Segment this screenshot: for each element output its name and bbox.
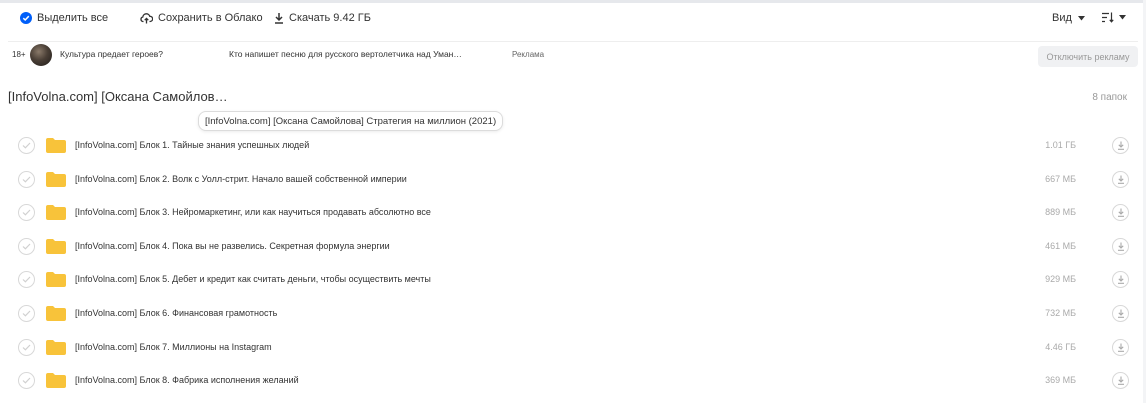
ad-label: Реклама xyxy=(512,50,545,59)
ad-age-label: 18+ xyxy=(12,50,26,59)
select-checkbox[interactable] xyxy=(18,305,35,322)
check-icon xyxy=(22,310,31,317)
select-all-label: Выделить все xyxy=(37,12,109,24)
folder-icon xyxy=(46,272,66,288)
select-all-button[interactable]: Выделить все xyxy=(20,12,108,24)
toolbar: Выделить все Сохранить в Облако Скачать … xyxy=(0,3,1146,33)
download-icon xyxy=(1117,175,1124,184)
download-button[interactable] xyxy=(1112,372,1129,390)
title-tooltip: [InfoVolna.com] [Оксана Самойлова] Страт… xyxy=(198,111,504,131)
ad-description[interactable]: Кто напишет песню для русского вертолетч… xyxy=(229,49,462,59)
download-button[interactable] xyxy=(1112,271,1129,289)
folder-size: 889 МБ xyxy=(1045,207,1076,218)
save-cloud-label: Сохранить в Облако xyxy=(158,12,263,24)
select-checkbox[interactable] xyxy=(18,271,35,289)
select-checkbox[interactable] xyxy=(18,237,35,255)
folder-name[interactable]: [InfoVolna.com] Блок 1. Тайные знания ус… xyxy=(75,140,309,150)
check-icon xyxy=(22,209,31,216)
ad-banner[interactable]: 18+ Культура предает героев? Кто напишет… xyxy=(0,42,1146,68)
chevron-down-icon xyxy=(1119,15,1126,20)
download-icon xyxy=(1117,141,1124,150)
disable-ads-button[interactable]: Отключить рекламу xyxy=(1038,46,1138,67)
check-icon xyxy=(22,377,31,384)
folder-name[interactable]: [InfoVolna.com] Блок 2. Волк с Уолл-стри… xyxy=(75,174,407,184)
folder-icon xyxy=(46,339,66,355)
list-item[interactable]: [InfoVolna.com] Блок 8. Фабрика исполнен… xyxy=(0,363,1146,397)
folder-count: 8 папок xyxy=(1092,92,1127,103)
folder-title: [InfoVolna.com] [Оксана Самойлов… xyxy=(8,89,228,104)
view-dropdown[interactable]: Вид xyxy=(1052,12,1085,24)
folder-icon xyxy=(46,373,66,389)
folder-icon xyxy=(46,171,66,187)
download-button[interactable] xyxy=(1112,170,1129,188)
list-item[interactable]: [InfoVolna.com] Блок 4. Пока вы не разве… xyxy=(0,229,1146,263)
download-icon xyxy=(274,12,284,24)
list-item[interactable]: [InfoVolna.com] Блок 2. Волк с Уолл-стри… xyxy=(0,162,1146,196)
folder-size: 4.46 ГБ xyxy=(1045,341,1076,352)
sort-dropdown[interactable] xyxy=(1102,12,1126,23)
download-button[interactable] xyxy=(1112,204,1129,222)
select-checkbox[interactable] xyxy=(18,338,35,356)
download-icon xyxy=(1117,275,1124,285)
check-icon xyxy=(22,176,31,183)
folder-name[interactable]: [InfoVolna.com] Блок 8. Фабрика исполнен… xyxy=(75,375,299,385)
folder-name[interactable]: [InfoVolna.com] Блок 3. Нейромаркетинг, … xyxy=(75,207,431,217)
download-icon xyxy=(1117,242,1124,251)
folder-icon xyxy=(46,138,66,153)
download-icon xyxy=(1117,309,1124,318)
ad-headline[interactable]: Культура предает героев? xyxy=(60,49,163,59)
sort-icon xyxy=(1102,12,1114,23)
download-button[interactable] xyxy=(1112,305,1129,322)
download-button[interactable] xyxy=(1112,338,1129,356)
folder-name[interactable]: [InfoVolna.com] Блок 6. Финансовая грамо… xyxy=(75,308,277,318)
select-checkbox[interactable] xyxy=(18,372,35,390)
download-all-button[interactable]: Скачать 9.42 ГБ xyxy=(274,12,371,24)
list-item[interactable]: [InfoVolna.com] Блок 3. Нейромаркетинг, … xyxy=(0,195,1146,229)
folder-size: 667 МБ xyxy=(1045,173,1076,184)
save-cloud-button[interactable]: Сохранить в Облако xyxy=(140,12,263,24)
download-icon xyxy=(1117,208,1124,218)
check-circle-icon xyxy=(20,12,32,24)
download-icon xyxy=(1117,376,1124,386)
folder-name[interactable]: [InfoVolna.com] Блок 7. Миллионы на Inst… xyxy=(75,342,272,352)
folder-name[interactable]: [InfoVolna.com] Блок 5. Дебет и кредит к… xyxy=(75,274,431,284)
list-item[interactable]: [InfoVolna.com] Блок 5. Дебет и кредит к… xyxy=(0,262,1146,296)
folder-icon xyxy=(46,306,66,321)
select-checkbox[interactable] xyxy=(18,137,35,154)
check-icon xyxy=(22,344,31,351)
download-button[interactable] xyxy=(1112,237,1129,255)
folder-size: 369 МБ xyxy=(1045,375,1076,386)
folder-size: 732 МБ xyxy=(1045,308,1076,318)
ad-avatar xyxy=(30,44,52,66)
folder-size: 1.01 ГБ xyxy=(1045,140,1076,150)
cloud-upload-icon xyxy=(140,12,153,24)
folder-size: 461 МБ xyxy=(1045,240,1076,251)
check-icon xyxy=(22,276,31,284)
download-button[interactable] xyxy=(1112,137,1129,154)
folder-name[interactable]: [InfoVolna.com] Блок 4. Пока вы не разве… xyxy=(75,241,390,251)
download-icon xyxy=(1117,343,1124,352)
chevron-down-icon xyxy=(1077,15,1085,21)
select-checkbox[interactable] xyxy=(18,204,35,222)
view-label: Вид xyxy=(1052,12,1072,24)
download-all-label: Скачать 9.42 ГБ xyxy=(289,12,371,24)
check-icon xyxy=(22,243,31,250)
list-item[interactable]: [InfoVolna.com] Блок 1. Тайные знания ус… xyxy=(0,128,1146,162)
folder-icon xyxy=(46,205,66,221)
folder-size: 929 МБ xyxy=(1045,274,1076,285)
check-icon xyxy=(22,142,31,149)
list-item[interactable]: [InfoVolna.com] Блок 6. Финансовая грамо… xyxy=(0,296,1146,330)
list-item[interactable]: [InfoVolna.com] Блок 7. Миллионы на Inst… xyxy=(0,330,1146,364)
folder-icon xyxy=(46,238,66,254)
select-checkbox[interactable] xyxy=(18,170,35,188)
